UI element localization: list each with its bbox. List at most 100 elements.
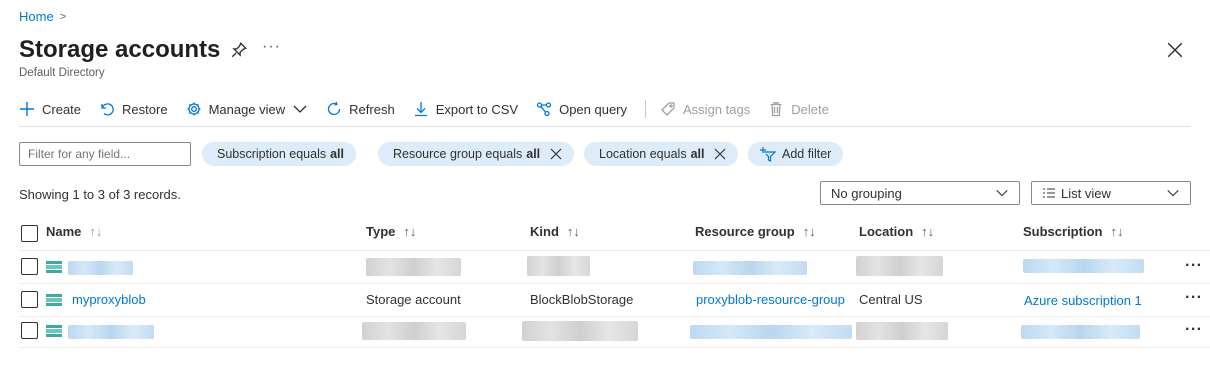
- chevron-down-icon: [1167, 189, 1179, 197]
- row-type: Storage account: [366, 292, 461, 307]
- page-subtitle: Default Directory: [19, 67, 105, 79]
- row-kind: BlockBlobStorage: [530, 292, 634, 307]
- row-subscription-link[interactable]: Azure subscription 1: [1024, 293, 1142, 308]
- sort-icon[interactable]: ↑↓: [89, 224, 102, 239]
- sort-icon[interactable]: ↑↓: [1110, 224, 1123, 239]
- assign-tags-label: Assign tags: [683, 101, 751, 117]
- close-icon[interactable]: [1166, 41, 1184, 59]
- toolbar-divider: [645, 100, 647, 118]
- add-filter-button[interactable]: Add filter: [748, 142, 844, 166]
- restore-button[interactable]: Restore: [99, 98, 168, 120]
- storage-account-icon: [46, 325, 62, 337]
- column-header-resource-group[interactable]: Resource group ↑↓: [695, 224, 816, 239]
- row-checkbox[interactable]: [21, 258, 38, 275]
- close-icon[interactable]: [714, 148, 726, 160]
- row-more-icon[interactable]: ···: [1185, 289, 1202, 307]
- row-resource-group-link[interactable]: proxyblob-resource-group: [696, 292, 845, 307]
- redacted-location: [856, 256, 943, 276]
- view-value: List view: [1061, 185, 1111, 201]
- export-csv-button[interactable]: Export to CSV: [413, 98, 518, 120]
- chevron-right-icon: >: [59, 10, 67, 23]
- redacted-subscription[interactable]: [1023, 259, 1144, 273]
- storage-account-icon: [46, 294, 62, 306]
- redacted-name[interactable]: [68, 261, 133, 275]
- column-kind-label: Kind: [530, 224, 559, 239]
- column-subscription-label: Subscription: [1023, 224, 1103, 239]
- restore-icon: [101, 103, 114, 116]
- chevron-down-icon: [293, 105, 307, 113]
- column-header-name[interactable]: Name ↑↓: [46, 224, 102, 239]
- filter-input[interactable]: [19, 142, 191, 166]
- manage-view-label: Manage view: [208, 101, 286, 117]
- select-all-checkbox[interactable]: [21, 225, 38, 242]
- column-header-type[interactable]: Type ↑↓: [366, 224, 416, 239]
- sort-icon[interactable]: ↑↓: [403, 224, 416, 239]
- row-more-icon[interactable]: ···: [1185, 257, 1202, 275]
- grouping-value: No grouping: [831, 185, 902, 201]
- column-header-kind[interactable]: Kind ↑↓: [530, 224, 580, 239]
- column-location-label: Location: [859, 224, 914, 239]
- resource-group-filter-label: Resource group equals: [393, 147, 523, 161]
- row-checkbox[interactable]: [21, 322, 38, 339]
- sort-icon[interactable]: ↑↓: [567, 224, 580, 239]
- restore-label: Restore: [122, 101, 168, 117]
- location-filter-pill[interactable]: Location equals all: [584, 142, 739, 166]
- delete-label: Delete: [791, 101, 829, 117]
- sort-icon[interactable]: ↑↓: [803, 224, 816, 239]
- command-bar: Create Restore Manage view Refresh Expor…: [19, 98, 847, 120]
- refresh-button[interactable]: Refresh: [326, 98, 395, 120]
- row-divider: [19, 347, 1210, 348]
- assign-tags-button[interactable]: Assign tags: [660, 98, 750, 120]
- gear-icon: [187, 102, 201, 116]
- redacted-kind: [527, 256, 590, 276]
- redacted-subscription[interactable]: [1021, 325, 1140, 339]
- table-row[interactable]: ···: [0, 317, 1210, 347]
- column-header-subscription[interactable]: Subscription ↑↓: [1023, 224, 1123, 239]
- grouping-dropdown[interactable]: No grouping: [820, 181, 1020, 205]
- column-header-location[interactable]: Location ↑↓: [859, 224, 934, 239]
- row-checkbox[interactable]: [21, 291, 38, 308]
- breadcrumb-home-link[interactable]: Home: [19, 9, 54, 24]
- redacted-location: [856, 322, 948, 340]
- query-icon: [536, 102, 552, 117]
- table-row[interactable]: myproxyblob Storage account BlockBlobSto…: [0, 284, 1210, 316]
- more-options-icon[interactable]: ···: [262, 38, 281, 56]
- create-button[interactable]: Create: [19, 98, 81, 120]
- open-query-button[interactable]: Open query: [536, 98, 627, 120]
- column-resource-group-label: Resource group: [695, 224, 795, 239]
- sort-icon[interactable]: ↑↓: [921, 224, 934, 239]
- subscription-filter-pill[interactable]: Subscription equals all: [202, 142, 357, 166]
- table-row[interactable]: ···: [0, 251, 1210, 283]
- close-icon[interactable]: [550, 148, 562, 160]
- refresh-label: Refresh: [349, 101, 395, 117]
- open-query-label: Open query: [559, 101, 628, 117]
- resource-group-filter-pill[interactable]: Resource group equals all: [378, 142, 575, 166]
- resource-group-filter-value: all: [526, 147, 541, 161]
- export-csv-label: Export to CSV: [435, 101, 519, 117]
- location-filter-value: all: [690, 147, 705, 161]
- column-type-label: Type: [366, 224, 396, 239]
- redacted-name[interactable]: [68, 325, 154, 339]
- redacted-resource-group[interactable]: [693, 261, 807, 275]
- add-filter-label: Add filter: [782, 147, 832, 161]
- redacted-resource-group[interactable]: [690, 325, 852, 339]
- location-filter-label: Location equals: [599, 147, 687, 161]
- records-count: Showing 1 to 3 of 3 records.: [19, 187, 181, 202]
- column-name-label: Name: [46, 224, 82, 239]
- refresh-icon: [328, 101, 341, 116]
- subscription-filter-value: all: [330, 147, 345, 161]
- row-more-icon[interactable]: ···: [1185, 321, 1202, 339]
- subscription-filter-label: Subscription equals: [217, 147, 327, 161]
- trash-icon: [770, 102, 782, 117]
- redacted-type: [366, 258, 461, 276]
- tag-icon: [661, 102, 675, 116]
- manage-view-button[interactable]: Manage view: [186, 98, 309, 120]
- pin-icon[interactable]: [230, 41, 248, 59]
- breadcrumb: Home >: [19, 9, 66, 24]
- delete-button[interactable]: Delete: [768, 98, 829, 120]
- row-location: Central US: [859, 292, 923, 307]
- create-label: Create: [42, 101, 82, 117]
- view-dropdown[interactable]: List view: [1031, 181, 1191, 205]
- row-name-link[interactable]: myproxyblob: [72, 292, 146, 307]
- redacted-type: [362, 322, 466, 340]
